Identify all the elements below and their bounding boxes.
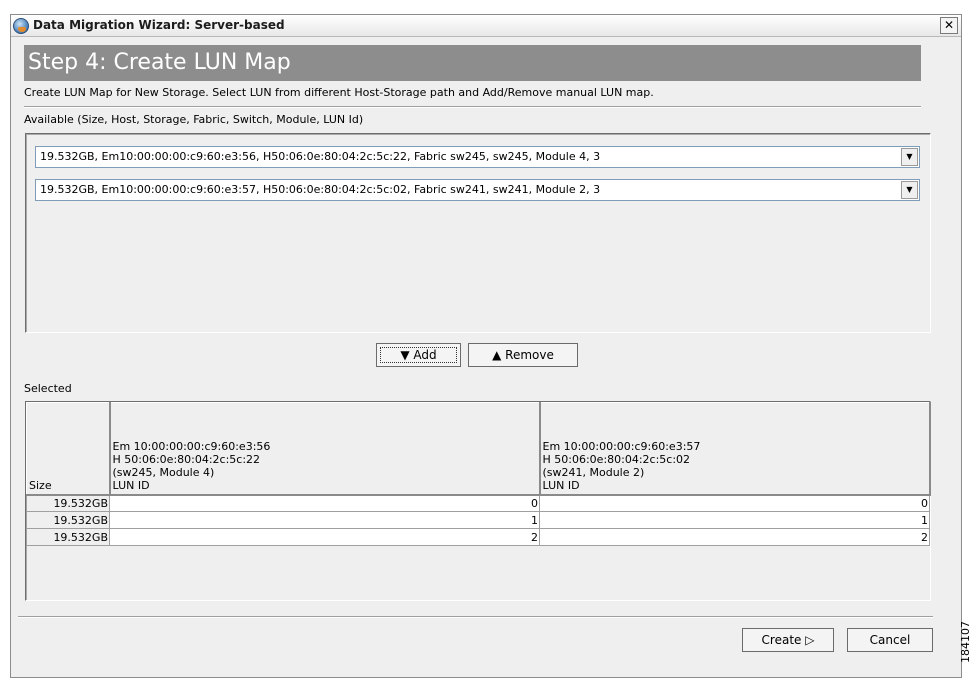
column-header-size[interactable]: Size [26, 402, 111, 496]
available-lun-select-2[interactable]: 19.532GB, Em10:00:00:00:c9:60:e3:57, H50… [35, 179, 920, 201]
divider [24, 106, 921, 108]
lun-map-table: Size Em 10:00:00:00:c9:60:e3:56 H 50:06:… [26, 402, 931, 546]
size-cell: 19.532GB [26, 528, 110, 546]
close-icon[interactable]: ✕ [940, 17, 958, 34]
header-line: LUN ID [112, 478, 150, 492]
lun-id-cell[interactable]: 2 [539, 528, 930, 546]
column-header-path-1[interactable]: Em 10:00:00:00:c9:60:e3:56 H 50:06:0e:80… [109, 402, 541, 496]
table-header-row: Size Em 10:00:00:00:c9:60:e3:56 H 50:06:… [26, 402, 931, 496]
available-list-panel: 19.532GB, Em10:00:00:00:c9:60:e3:56, H50… [25, 133, 931, 333]
table-row[interactable]: 19.532GB 2 2 [26, 528, 930, 546]
divider [18, 616, 933, 618]
selected-label: Selected [24, 382, 72, 395]
cancel-button[interactable]: Cancel [847, 628, 933, 652]
header-line: Em 10:00:00:00:c9:60:e3:57 [542, 439, 701, 453]
available-lun-value: 19.532GB, Em10:00:00:00:c9:60:e3:57, H50… [40, 183, 601, 196]
size-cell: 19.532GB [26, 511, 110, 529]
app-icon [13, 18, 29, 34]
add-button-label: ▼ Add [380, 347, 457, 363]
lun-id-cell[interactable]: 0 [109, 494, 540, 512]
header-line: (sw245, Module 4) [112, 465, 215, 479]
lun-id-cell[interactable]: 1 [109, 511, 540, 529]
create-button[interactable]: Create ▷ [742, 628, 834, 652]
chevron-down-icon[interactable]: ▼ [901, 181, 918, 199]
window-title: Data Migration Wizard: Server-based [33, 18, 285, 32]
available-lun-value: 19.532GB, Em10:00:00:00:c9:60:e3:56, H50… [40, 150, 601, 163]
figure-id: 184107 [959, 621, 972, 663]
lun-id-cell[interactable]: 0 [539, 494, 930, 512]
header-line: Size [29, 478, 52, 492]
lun-id-cell[interactable]: 1 [539, 511, 930, 529]
size-cell: 19.532GB [26, 494, 110, 512]
step-description: Create LUN Map for New Storage. Select L… [24, 86, 654, 99]
header-line: H 50:06:0e:80:04:2c:5c:02 [542, 452, 691, 466]
page-title: Step 4: Create LUN Map [24, 45, 921, 81]
lun-id-cell[interactable]: 2 [109, 528, 540, 546]
header-line: Em 10:00:00:00:c9:60:e3:56 [112, 439, 271, 453]
column-header-path-2[interactable]: Em 10:00:00:00:c9:60:e3:57 H 50:06:0e:80… [539, 402, 931, 496]
chevron-down-icon[interactable]: ▼ [901, 148, 918, 166]
header-line: LUN ID [542, 478, 580, 492]
title-bar: Data Migration Wizard: Server-based ✕ [11, 15, 961, 37]
header-line: (sw241, Module 2) [542, 465, 645, 479]
available-label: Available (Size, Host, Storage, Fabric, … [24, 113, 364, 126]
available-lun-select-1[interactable]: 19.532GB, Em10:00:00:00:c9:60:e3:56, H50… [35, 146, 920, 168]
table-row[interactable]: 19.532GB 0 0 [26, 494, 930, 512]
header-line: H 50:06:0e:80:04:2c:5c:22 [112, 452, 261, 466]
selected-table-panel: Size Em 10:00:00:00:c9:60:e3:56 H 50:06:… [25, 401, 931, 601]
table-row[interactable]: 19.532GB 1 1 [26, 511, 930, 529]
remove-button[interactable]: ▲ Remove [468, 343, 578, 367]
add-button[interactable]: ▼ Add [376, 343, 461, 367]
